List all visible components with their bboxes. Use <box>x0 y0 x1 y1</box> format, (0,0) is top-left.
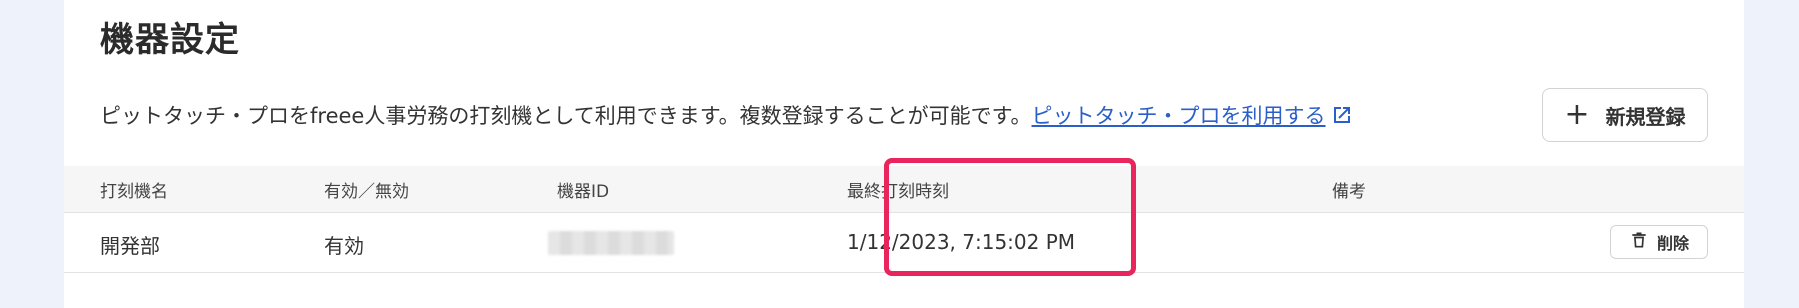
highlight-box <box>884 158 1136 276</box>
column-header-status: 有効／無効 <box>324 182 409 202</box>
description: ピットタッチ・プロをfreee人事労務の打刻機として利用できます。複数登録するこ… <box>100 100 1354 130</box>
column-header-note: 備考 <box>1332 182 1366 202</box>
column-header-device-id: 機器ID <box>557 182 610 202</box>
new-registration-label: 新規登録 <box>1605 104 1686 129</box>
page-title: 機器設定 <box>100 20 240 60</box>
pit-touch-pro-link[interactable]: ピットタッチ・プロを利用する <box>1032 104 1326 128</box>
device-id-redacted <box>548 231 674 255</box>
device-settings-panel: 機器設定 ピットタッチ・プロをfreee人事労務の打刻機として利用できます。複数… <box>64 0 1744 308</box>
delete-button[interactable]: 削除 <box>1610 225 1708 259</box>
trash-icon <box>1629 230 1649 254</box>
plus-icon: + <box>1564 97 1590 132</box>
device-name: 開発部 <box>100 234 160 258</box>
device-status: 有効 <box>324 234 364 258</box>
external-link-icon[interactable] <box>1330 103 1354 127</box>
column-header-name: 打刻機名 <box>100 182 168 202</box>
new-registration-button[interactable]: + 新規登録 <box>1542 88 1708 142</box>
description-text: ピットタッチ・プロをfreee人事労務の打刻機として利用できます。複数登録するこ… <box>100 104 1032 128</box>
delete-label: 削除 <box>1656 234 1689 253</box>
